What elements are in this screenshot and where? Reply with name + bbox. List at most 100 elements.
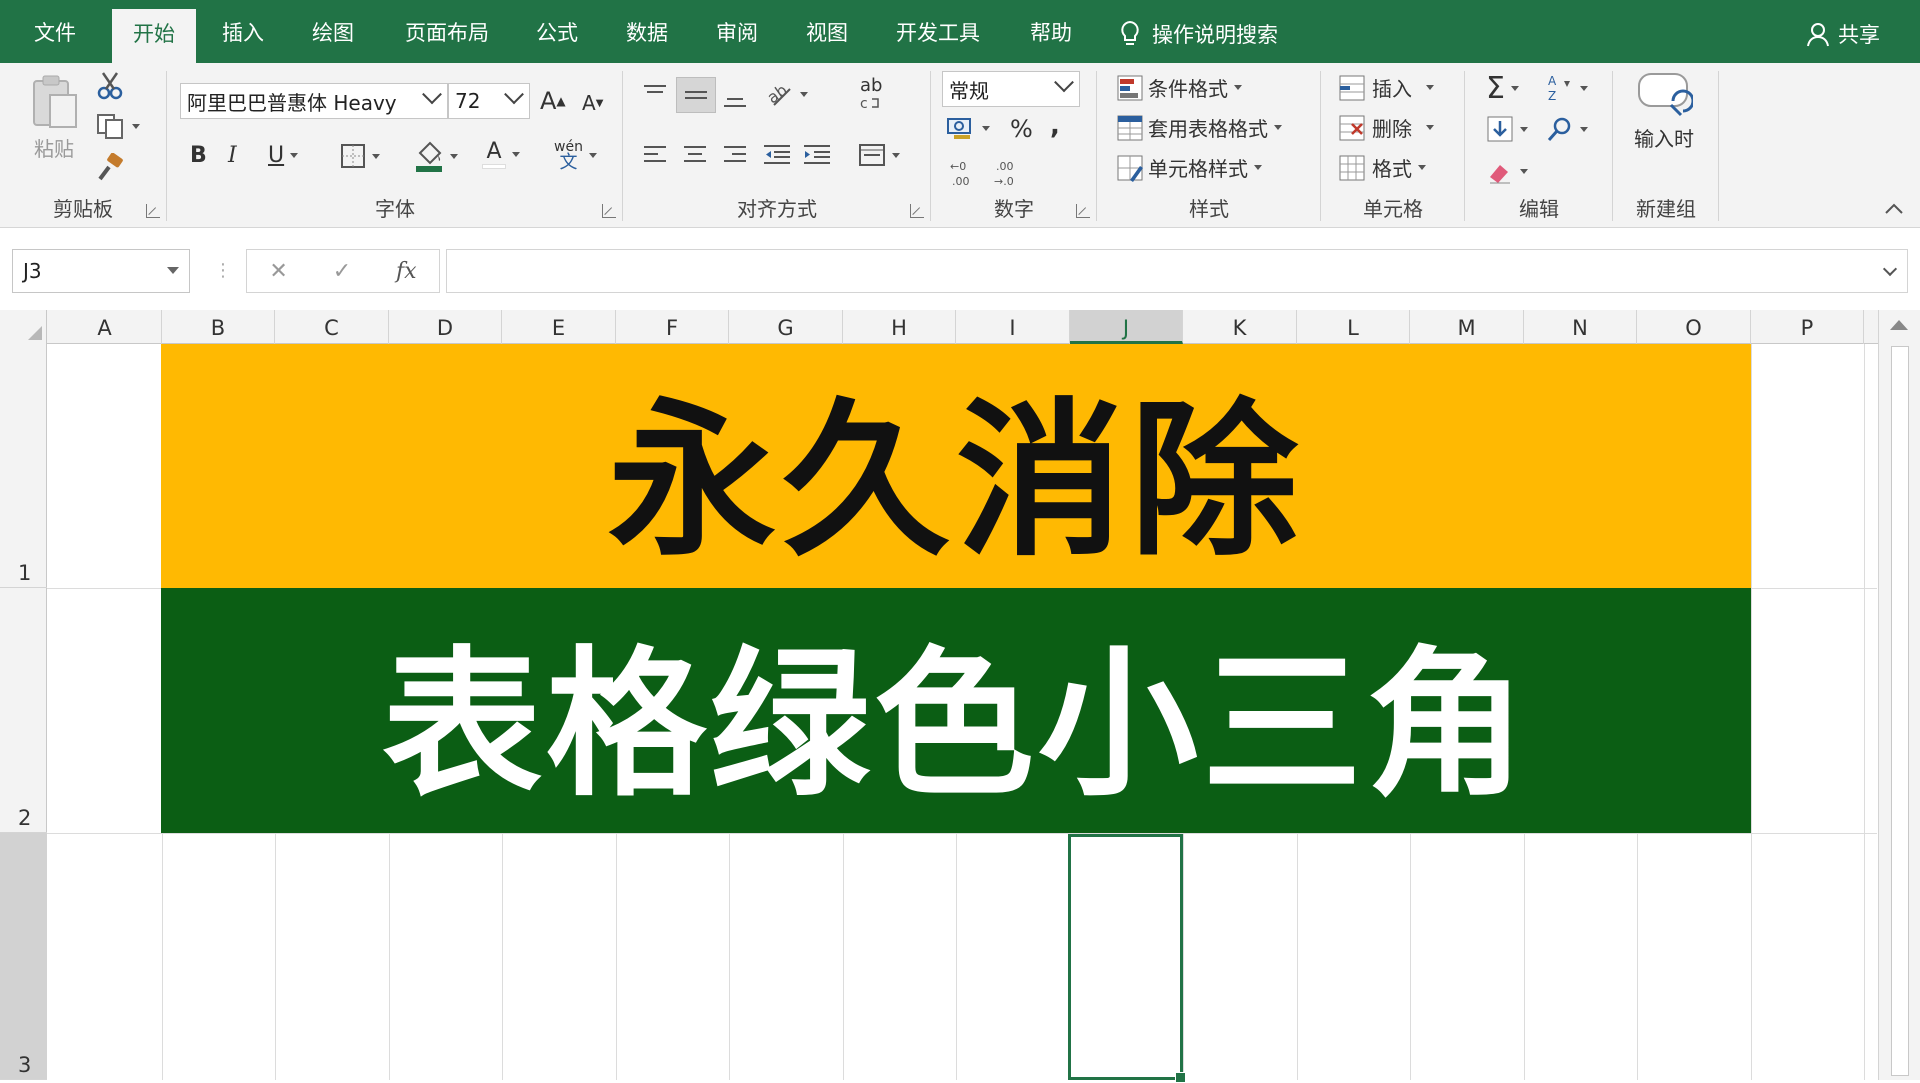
clipboard-launcher-icon[interactable] bbox=[146, 204, 160, 218]
gridline bbox=[1183, 834, 1184, 1080]
column-header-I[interactable]: I bbox=[956, 310, 1070, 344]
column-header-C[interactable]: C bbox=[275, 310, 389, 344]
autosum-button[interactable]: Σ bbox=[1486, 71, 1519, 106]
row-header-1[interactable]: 1 bbox=[0, 344, 47, 588]
tab-view[interactable]: 视图 bbox=[792, 0, 862, 63]
wrap-text-button[interactable]: ab c bbox=[860, 77, 882, 112]
number-format-value: 常规 bbox=[949, 78, 989, 103]
top-align-button[interactable] bbox=[642, 83, 668, 105]
format-as-table-button[interactable]: 套用表格格式 bbox=[1116, 113, 1282, 142]
formula-bar-grip-icon[interactable]: ⋮ bbox=[214, 260, 232, 281]
column-header-H[interactable]: H bbox=[843, 310, 956, 344]
bottom-align-button[interactable] bbox=[722, 87, 748, 109]
scroll-up-icon[interactable] bbox=[1890, 320, 1908, 330]
conditional-formatting-button[interactable]: 条件格式 bbox=[1116, 73, 1242, 102]
collapse-ribbon-button[interactable] bbox=[1884, 201, 1904, 215]
comma-button[interactable]: , bbox=[1050, 111, 1060, 141]
number-format-select[interactable]: 常规 bbox=[942, 71, 1080, 107]
tab-help[interactable]: 帮助 bbox=[1016, 0, 1086, 63]
font-launcher-icon[interactable] bbox=[602, 204, 616, 218]
align-right-button[interactable] bbox=[722, 143, 748, 165]
orientation-button[interactable]: ab bbox=[766, 81, 808, 107]
column-header-J[interactable]: J bbox=[1070, 310, 1183, 344]
tab-draw[interactable]: 绘图 bbox=[298, 0, 368, 63]
column-header-B[interactable]: B bbox=[162, 310, 275, 344]
expand-formula-bar-icon[interactable] bbox=[1882, 261, 1898, 277]
tab-insert[interactable]: 插入 bbox=[208, 0, 278, 63]
sort-filter-button[interactable]: AZ bbox=[1546, 73, 1588, 103]
font-size-select[interactable]: 72 bbox=[448, 83, 530, 119]
alignment-launcher-icon[interactable] bbox=[910, 204, 924, 218]
decrease-decimal-button[interactable]: .00 →.0 bbox=[990, 159, 1020, 189]
font-name-select[interactable]: 阿里巴巴普惠体 Heavy bbox=[180, 83, 448, 119]
clear-button[interactable] bbox=[1486, 157, 1528, 185]
name-box[interactable]: J3 bbox=[12, 249, 190, 293]
cancel-entry-button[interactable]: ✕ bbox=[269, 259, 287, 284]
column-header-E[interactable]: E bbox=[502, 310, 616, 344]
underline-button[interactable]: U bbox=[268, 143, 299, 168]
bold-button[interactable]: B bbox=[190, 143, 207, 168]
tab-home[interactable]: 开始 bbox=[112, 9, 196, 63]
column-header-A[interactable]: A bbox=[48, 310, 162, 344]
share-button[interactable]: 共享 bbox=[1806, 16, 1880, 52]
format-painter-button[interactable] bbox=[96, 153, 124, 181]
number-launcher-icon[interactable] bbox=[1076, 204, 1090, 218]
paste-button[interactable]: 粘贴 bbox=[26, 73, 82, 162]
column-header-O[interactable]: O bbox=[1637, 310, 1751, 344]
column-header-P[interactable]: P bbox=[1751, 310, 1864, 344]
column-header-G[interactable]: G bbox=[729, 310, 843, 344]
grow-font-button[interactable]: A ▲ bbox=[540, 87, 566, 115]
tab-page-layout[interactable]: 页面布局 bbox=[392, 0, 502, 63]
tab-data[interactable]: 数据 bbox=[612, 0, 682, 63]
copy-button[interactable] bbox=[96, 113, 140, 139]
fill-button[interactable] bbox=[1486, 115, 1528, 143]
find-select-button[interactable] bbox=[1546, 115, 1588, 143]
tab-review[interactable]: 审阅 bbox=[702, 0, 772, 63]
tab-file[interactable]: 文件 bbox=[20, 0, 90, 63]
phonetic-button[interactable]: wén 文 bbox=[554, 139, 597, 172]
vertical-scrollbar[interactable] bbox=[1878, 310, 1920, 1080]
insert-cells-button[interactable]: 插入 bbox=[1338, 73, 1434, 102]
align-center-button[interactable] bbox=[682, 143, 708, 165]
merge-cells-icon bbox=[859, 144, 885, 166]
formula-input[interactable] bbox=[446, 249, 1908, 293]
cell-styles-button[interactable]: 单元格样式 bbox=[1116, 153, 1262, 182]
borders-button[interactable] bbox=[340, 143, 380, 169]
column-header-M[interactable]: M bbox=[1410, 310, 1524, 344]
delete-cells-button[interactable]: 删除 bbox=[1338, 113, 1434, 142]
column-header-N[interactable]: N bbox=[1524, 310, 1637, 344]
merged-cell-B1[interactable]: 永久消除 bbox=[161, 344, 1751, 588]
tell-me-search[interactable]: 操作说明搜索 bbox=[1120, 16, 1278, 52]
input-time-button[interactable]: 输入时 bbox=[1634, 71, 1694, 152]
column-header-D[interactable]: D bbox=[389, 310, 502, 344]
row-header-3[interactable]: 3 bbox=[0, 833, 47, 1080]
row-header-2[interactable]: 2 bbox=[0, 588, 47, 833]
font-color-button[interactable]: A bbox=[482, 139, 520, 169]
select-all-button[interactable] bbox=[0, 310, 47, 344]
merge-center-button[interactable] bbox=[858, 143, 900, 167]
currency-button[interactable] bbox=[946, 115, 990, 141]
confirm-entry-button[interactable]: ✓ bbox=[333, 259, 351, 284]
shrink-font-button[interactable]: A ▼ bbox=[582, 91, 603, 115]
name-box-dropdown-icon[interactable] bbox=[167, 267, 179, 274]
merged-cell-B2[interactable]: 表格绿色小三角 bbox=[161, 588, 1751, 833]
align-left-button[interactable] bbox=[642, 143, 668, 165]
column-header-F[interactable]: F bbox=[616, 310, 729, 344]
increase-decimal-button[interactable]: ←0.00 bbox=[946, 159, 976, 189]
middle-align-button[interactable] bbox=[676, 77, 716, 113]
tab-developer[interactable]: 开发工具 bbox=[882, 0, 994, 63]
increase-indent-button[interactable] bbox=[802, 143, 832, 165]
column-header-L[interactable]: L bbox=[1297, 310, 1410, 344]
scrollbar-thumb[interactable] bbox=[1891, 346, 1909, 1076]
decrease-indent-button[interactable] bbox=[762, 143, 792, 165]
tab-formulas[interactable]: 公式 bbox=[522, 0, 592, 63]
cut-button[interactable] bbox=[96, 71, 124, 101]
percent-button[interactable]: % bbox=[1010, 115, 1033, 143]
fill-color-button[interactable] bbox=[414, 139, 458, 173]
gridline bbox=[1751, 588, 1877, 589]
selected-cell-J3[interactable] bbox=[1068, 834, 1186, 1083]
format-cells-button[interactable]: 格式 bbox=[1338, 153, 1426, 182]
insert-function-button[interactable]: fx bbox=[396, 259, 417, 284]
column-header-K[interactable]: K bbox=[1183, 310, 1297, 344]
italic-button[interactable]: I bbox=[228, 143, 237, 168]
